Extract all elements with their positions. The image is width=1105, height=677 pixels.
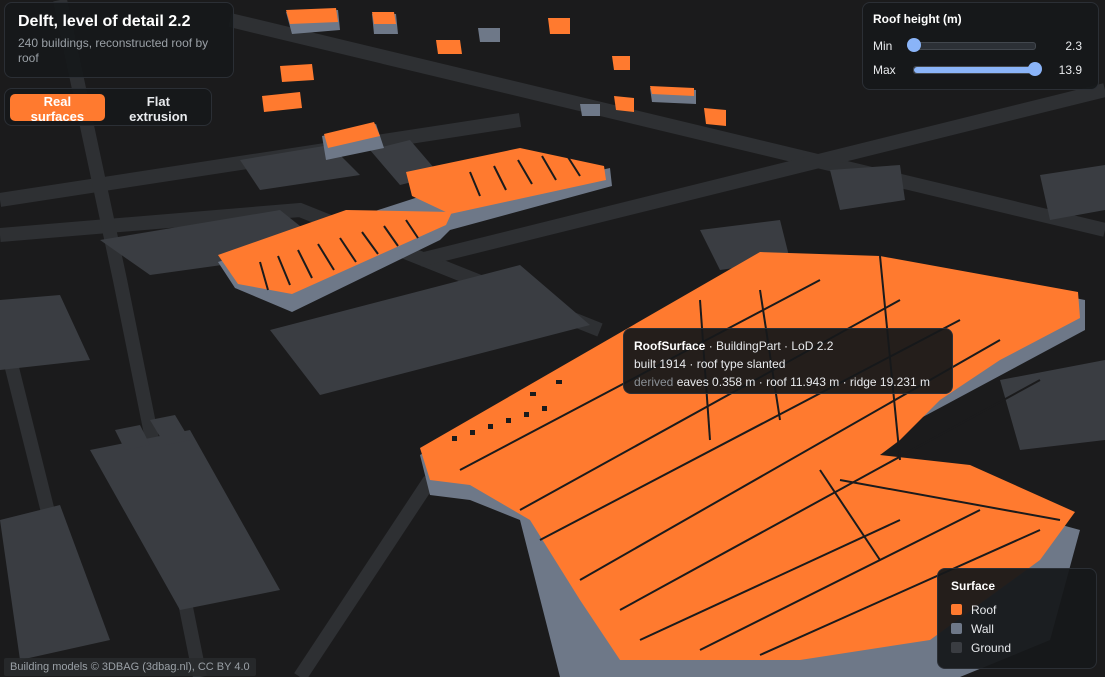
legend-heading: Surface: [951, 579, 996, 593]
legend-swatch-ground: [951, 642, 962, 653]
tooltip-building-info: · BuildingPart · LoD 2.2: [708, 339, 834, 353]
roof-height-heading: Roof height (m): [873, 12, 962, 26]
max-label: Max: [873, 63, 896, 77]
legend-label-ground: Ground: [971, 640, 1012, 655]
tooltip-surface-type: RoofSurface: [634, 339, 706, 353]
legend-swatch-roof: [951, 604, 962, 615]
surface-legend: Surface Roof Wall Ground: [937, 568, 1097, 669]
min-value: 2.3: [1065, 39, 1082, 53]
flat-extrusion-button[interactable]: Flat extrusion: [111, 94, 206, 124]
legend-label-roof: Roof: [971, 602, 997, 617]
min-slider-row: Min 2.3: [873, 34, 1088, 58]
legend-item-wall: Wall: [951, 619, 1083, 638]
max-slider-fill: [914, 67, 1035, 73]
max-height-slider[interactable]: [913, 62, 1042, 76]
tooltip-line-3: derived eaves 0.358 m · roof 11.943 m · …: [634, 373, 942, 391]
min-label: Min: [873, 39, 893, 53]
roof-height-panel: Roof height (m) Min 2.3 Max 13.9: [862, 2, 1099, 90]
tooltip-heights: eaves 0.358 m · roof 11.943 m · ridge 19…: [676, 375, 930, 389]
title-card: Delft, level of detail 2.2 240 buildings…: [4, 2, 234, 78]
tooltip-line-2: built 1914 · roof type slanted: [634, 357, 786, 371]
max-value: 13.9: [1058, 63, 1082, 77]
legend-item-roof: Roof: [951, 600, 1083, 619]
legend-swatch-wall: [951, 623, 962, 634]
map-attribution[interactable]: Building models © 3DBAG (3dbag.nl), CC B…: [4, 658, 256, 676]
min-slider-thumb[interactable]: [907, 38, 921, 52]
max-slider-row: Max 13.9: [873, 58, 1088, 82]
min-height-slider[interactable]: [907, 38, 1036, 52]
page-title: Delft, level of detail 2.2: [18, 13, 191, 30]
legend-item-ground: Ground: [951, 638, 1083, 657]
tooltip-line-1: RoofSurface · BuildingPart · LoD 2.2: [634, 337, 942, 355]
max-slider-thumb[interactable]: [1028, 62, 1042, 76]
real-surfaces-button[interactable]: Real surfaces: [10, 94, 105, 124]
page-subtitle: 240 buildings, reconstructed roof by roo…: [18, 36, 209, 65]
legend-label-wall: Wall: [971, 621, 994, 636]
mode-toggle: Real surfaces Flat extrusion: [4, 88, 212, 126]
tooltip-derived-label: derived: [634, 375, 674, 389]
feature-tooltip: RoofSurface · BuildingPart · LoD 2.2 bui…: [623, 328, 953, 394]
